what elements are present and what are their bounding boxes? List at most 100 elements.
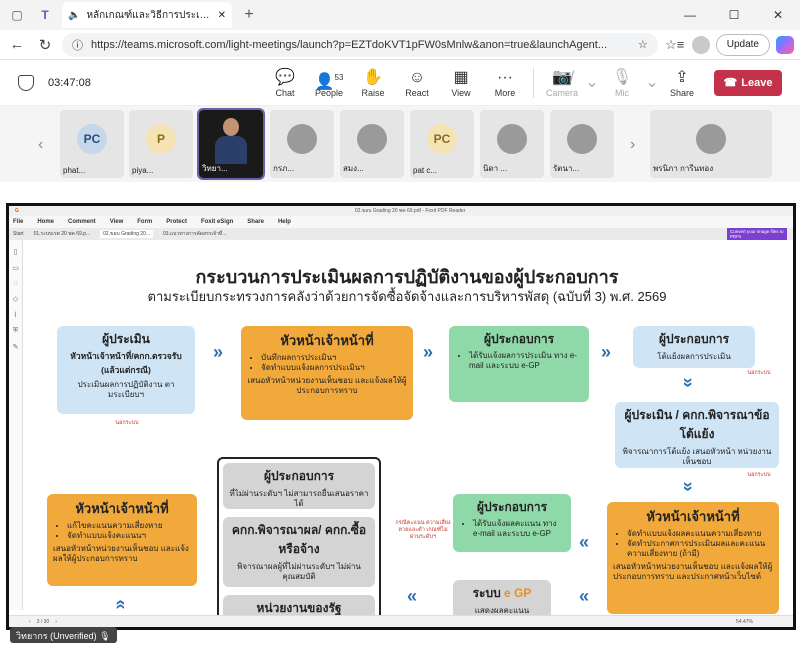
minimize-icon[interactable]: — [668,8,712,22]
box-evaluator: ผู้ประเมิน หัวหน้าเจ้าหน้าที่/คกก.ตรวจรั… [57,326,195,414]
pdf-menu-item[interactable]: Home [37,219,54,225]
prev-page-icon[interactable]: ‹ [29,619,31,625]
chevron-left-icon[interactable]: ‹ [38,136,43,154]
close-tab-icon[interactable]: ✕ [218,10,226,21]
pdf-menu-item[interactable]: Form [137,219,152,225]
participant-tile[interactable]: กรภ... [270,110,334,178]
security-icon[interactable]: ⛨ [13,327,18,335]
profile-avatar[interactable] [691,35,710,54]
chevron-up-icon: » [109,599,130,610]
participant-tile[interactable]: พรนิภา การีนทอง [650,110,772,178]
box-bullet: จัดทำแบบแจ้งผลคะแนนความเสี่ยงหาย [627,529,773,539]
people-icon-wrap: 👤53 [315,68,344,90]
slide: กระบวนการประเมินผลการปฏิบัติงานของผู้ประ… [27,244,787,627]
favorite-star-icon[interactable]: ☆ [638,38,648,51]
pdf-tab[interactable]: Start [13,231,24,237]
avatar [696,124,726,154]
teams-icon: T [41,8,49,22]
page-indicator[interactable]: 3 / 30 [37,619,50,625]
signature-icon[interactable]: ✎ [13,343,19,351]
update-button[interactable]: Update [715,33,770,56]
attachment-icon[interactable]: ⌇ [14,311,17,319]
pdf-menu-item[interactable]: Protect [166,219,187,225]
shared-screen: G 02.ขอบ Grading 20 พค 69.pdf - Foxit PD… [6,203,796,630]
participant-tile[interactable]: PC phat... [60,110,124,178]
box-committee: คกก.พิจารณาผล/ คกก.ซื้อหรือจ้าง พิจารณาผ… [223,517,375,587]
pdf-tab[interactable]: 01.ระบบเรต 20 พค 69.p... [34,230,91,238]
pdf-menu-item[interactable]: View [110,219,124,225]
avatar [567,124,597,154]
view-label: View [451,87,471,98]
mic-options-chevron[interactable]: ⌄ [644,73,660,93]
convert-banner[interactable]: Convert your image files to PDFs [727,228,787,240]
mic-icon: 🎙 [99,631,111,641]
chevron-down-icon: » [678,481,699,492]
camera-label: Camera [545,87,578,98]
pdf-menu-item[interactable]: File [13,219,23,225]
layers-icon[interactable]: ◇ [13,295,18,303]
participant-name: สมง... [343,164,364,173]
box-text: ประเมินผลการปฏิบัติงาน ตามระเบียบฯ [77,380,175,399]
box-text: เสนอหัวหน้าหน่วยงานเห็นชอบ และแจ้งผลให้ผ… [247,376,407,395]
participant-strip: ‹ PC phat... P piya... วิทยา... กรภ... ส… [0,106,800,182]
site-info-icon[interactable]: ⓘ [72,37,83,53]
participant-tile[interactable]: PC pat c... [410,110,474,178]
zoom-level[interactable]: 54.47% [736,619,753,625]
participant-name: pat c... [413,166,438,175]
react-button[interactable]: ☺ React [395,68,439,98]
pages-icon[interactable]: ▭ [12,264,19,272]
toolbar-divider [533,67,534,98]
speaker-audio-icon[interactable]: 🔈 [68,10,80,21]
chevron-right-icon[interactable]: › [630,136,635,154]
react-label: React [405,87,429,98]
participant-tile[interactable]: นิดา ... [480,110,544,178]
pdf-sidebar: ▯ ▭ ◌ ◇ ⌇ ⛨ ✎ [9,240,23,610]
more-button[interactable]: ··· More [483,68,527,98]
share-button[interactable]: ⇪ Share [660,68,704,98]
pdf-menu-item[interactable]: Help [278,219,291,225]
box-text: โต้แย้งผลการประเมิน [657,352,731,361]
box-title: หัวหน้าเจ้าหน้าที่ [646,509,740,524]
box-title: ผู้ประเมิน / คกก.พิจารณาข้อโต้แย้ง [624,408,770,441]
chevron-down-icon: ⌄ [645,73,659,91]
new-tab-icon[interactable]: + [238,4,260,26]
browser-tab[interactable]: 🔈 หลักเกณฑ์และวิธีการประเมินผลกา ✕ [62,2,232,28]
pdf-menu-item[interactable]: Comment [68,219,96,225]
close-window-icon[interactable]: ✕ [756,8,800,22]
react-icon: ☺ [408,68,426,86]
people-button[interactable]: 👤53 People [307,68,351,98]
pdf-menu-item[interactable]: Foxit eSign [201,219,233,225]
avatar [287,124,317,154]
avatar [497,124,527,154]
camera-button[interactable]: 📷̸ Camera [540,68,584,98]
raise-hand-button[interactable]: ✋ Raise [351,68,395,98]
mic-button[interactable]: 🎙 Mic [600,68,644,98]
back-icon[interactable]: ← [6,34,28,56]
participant-tile[interactable]: สมง... [340,110,404,178]
box-bullet: จัดทำแบบแจ้งคะแนนฯ [67,531,191,541]
participant-tile[interactable]: รัตนา... [550,110,614,178]
chevron-right-icon: » [213,342,224,362]
workspaces-icon[interactable]: ▢ [6,4,28,26]
pdf-tab[interactable]: 03.แนวทางการคัดสรรเจ้าที่... [163,230,226,238]
note-threshold: กรณีคะแนน ความเสี่ยงหายและตำ เกณฑ์ไม่ผ่า… [395,520,451,540]
participant-tile[interactable]: P piya... [129,110,193,178]
view-button[interactable]: ▦ View [439,68,483,98]
favorites-icon[interactable]: ☆≡ [664,34,686,56]
next-page-icon[interactable]: › [55,619,57,625]
participant-tile-active-speaker[interactable]: วิทยา... [197,108,265,180]
chat-button[interactable]: 💬 Chat [263,68,307,98]
comment-icon[interactable]: ◌ [13,280,17,287]
maximize-icon[interactable]: ☐ [712,8,756,22]
copilot-icon[interactable] [776,35,794,54]
camera-options-chevron[interactable]: ⌄ [584,73,600,93]
speaker-name: วิทยากร (Unverified) [16,631,97,641]
bookmark-icon[interactable]: ▯ [14,248,18,256]
box-vendor-score: ผู้ประกอบการ ได้รับแจ้งผลคะแนน ทาง e-mai… [453,494,571,552]
pdf-tab[interactable]: 02.ขอบ Grading 20... [100,230,153,238]
view-icon: ▦ [453,68,469,86]
leave-button[interactable]: ☎ Leave [714,69,782,96]
pdf-menu-item[interactable]: Share [247,219,264,225]
url-field[interactable]: ⓘ https://teams.microsoft.com/light-meet… [62,32,658,57]
refresh-icon[interactable]: ↻ [34,34,56,56]
